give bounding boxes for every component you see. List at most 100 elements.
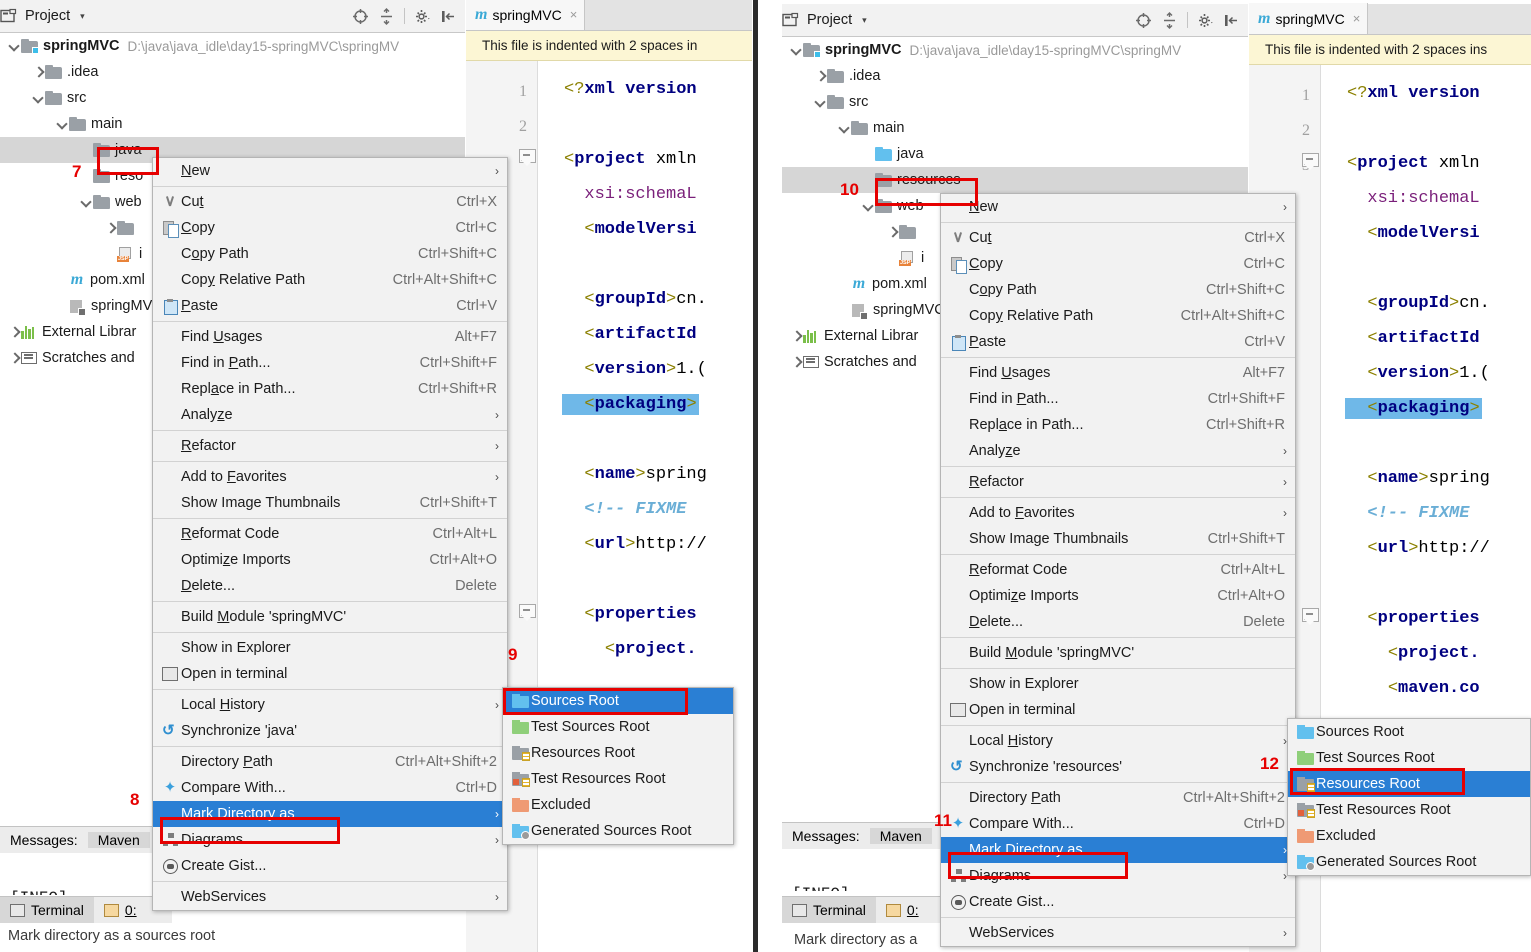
chevron-down-icon[interactable]: ▾ (80, 11, 85, 22)
menu-item-copy-relative-path[interactable]: Copy Relative Path Ctrl+Alt+Shift+C (941, 303, 1295, 329)
menu-item-cut[interactable]: Cut Ctrl+X (153, 189, 507, 215)
menu-item-directory-path[interactable]: Directory Path Ctrl+Alt+Shift+2 (153, 749, 507, 775)
chevron-right-icon[interactable] (32, 66, 45, 79)
tree-item-src[interactable]: src (782, 89, 1248, 115)
menu-item-local-history[interactable]: Local History › (941, 728, 1295, 754)
fold-marker-icon[interactable] (1302, 153, 1319, 170)
menu-item-new[interactable]: New › (941, 194, 1295, 220)
chevron-right-icon[interactable] (104, 222, 117, 235)
submenu-item-test-resources-root[interactable]: Test Resources Root (1288, 797, 1530, 823)
menu-item-synchronize-resources[interactable]: ↺ Synchronize 'resources' (941, 754, 1295, 780)
tab-springmvc-pom[interactable]: m springMVC × (466, 0, 586, 30)
menu-item-add-to-favorites[interactable]: Add to Favorites › (941, 500, 1295, 526)
submenu-item-resources-root[interactable]: Resources Root (1288, 771, 1530, 797)
chevron-down-icon[interactable] (80, 196, 93, 209)
locate-icon[interactable] (352, 8, 369, 25)
menu-item-delete[interactable]: Delete... Delete (153, 573, 507, 599)
terminal-tab[interactable]: Terminal (782, 897, 876, 923)
menu-item-open-in-terminal[interactable]: Open in terminal (941, 697, 1295, 723)
menu-item-delete[interactable]: Delete... Delete (941, 609, 1295, 635)
menu-item-show-in-explorer[interactable]: Show in Explorer (941, 671, 1295, 697)
tree-item--idea[interactable]: .idea (0, 59, 465, 85)
menu-item-add-to-favorites[interactable]: Add to Favorites › (153, 464, 507, 490)
menu-item-local-history[interactable]: Local History › (153, 692, 507, 718)
fold-marker-icon[interactable] (519, 149, 536, 166)
menu-item-build-module-springmvc[interactable]: Build Module 'springMVC' (153, 604, 507, 630)
menu-item-find-usages[interactable]: Find Usages Alt+F7 (941, 360, 1295, 386)
chevron-right-icon[interactable] (8, 352, 21, 365)
collapse-all-icon[interactable] (1161, 11, 1178, 29)
submenu-item-test-sources-root[interactable]: Test Sources Root (503, 714, 733, 740)
menu-item-show-image-thumbnails[interactable]: Show Image Thumbnails Ctrl+Shift+T (941, 526, 1295, 552)
menu-item-reformat-code[interactable]: Reformat Code Ctrl+Alt+L (153, 521, 507, 547)
locate-icon[interactable] (1135, 12, 1152, 29)
submenu-item-excluded[interactable]: Excluded (503, 792, 733, 818)
context-menu-left[interactable]: New › Cut Ctrl+X Copy Ctrl+C Copy Path Ctrl+Shi… (152, 157, 508, 911)
menu-item-synchronize-java[interactable]: ↺ Synchronize 'java' (153, 718, 507, 744)
submenu-item-generated-sources-root[interactable]: Generated Sources Root (503, 818, 733, 844)
menu-item-compare-with[interactable]: ✦ Compare With... Ctrl+D (153, 775, 507, 801)
submenu-item-resources-root[interactable]: Resources Root (503, 740, 733, 766)
menu-item-webservices[interactable]: WebServices › (153, 884, 507, 910)
menu-item-find-in-path[interactable]: Find in Path... Ctrl+Shift+F (153, 350, 507, 376)
run-tab[interactable]: 0: (94, 897, 147, 923)
submenu-item-generated-sources-root[interactable]: Generated Sources Root (1288, 849, 1530, 875)
tree-item-main[interactable]: main (782, 115, 1248, 141)
menu-item-copy[interactable]: Copy Ctrl+C (941, 251, 1295, 277)
menu-item-replace-in-path[interactable]: Replace in Path... Ctrl+Shift+R (941, 412, 1295, 438)
close-icon[interactable]: × (1353, 11, 1361, 26)
menu-item-copy[interactable]: Copy Ctrl+C (153, 215, 507, 241)
menu-item-new[interactable]: New › (153, 158, 507, 184)
chevron-right-icon[interactable] (790, 356, 803, 369)
tree-item-main[interactable]: main (0, 111, 465, 137)
menu-item-replace-in-path[interactable]: Replace in Path... Ctrl+Shift+R (153, 376, 507, 402)
collapse-all-icon[interactable] (378, 7, 395, 25)
menu-item-show-image-thumbnails[interactable]: Show Image Thumbnails Ctrl+Shift+T (153, 490, 507, 516)
run-tab[interactable]: 0: (876, 897, 929, 923)
menu-item-copy-relative-path[interactable]: Copy Relative Path Ctrl+Alt+Shift+C (153, 267, 507, 293)
menu-item-create-gist[interactable]: Create Gist... (153, 853, 507, 879)
mark-directory-submenu-left[interactable]: Sources Root Test Sources Root Resources R… (502, 687, 734, 845)
menu-item-mark-directory-as[interactable]: Mark Directory as › (153, 801, 507, 827)
hide-toolwindow-icon[interactable] (1223, 12, 1240, 29)
tree-item-java[interactable]: java (782, 141, 1248, 167)
menu-item-find-usages[interactable]: Find Usages Alt+F7 (153, 324, 507, 350)
menu-item-webservices[interactable]: WebServices › (941, 920, 1295, 946)
chevron-down-icon[interactable]: ▾ (862, 15, 867, 26)
menu-item-compare-with[interactable]: ✦ Compare With... Ctrl+D (941, 811, 1295, 837)
menu-item-directory-path[interactable]: Directory Path Ctrl+Alt+Shift+2 (941, 785, 1295, 811)
mark-directory-submenu-right[interactable]: Sources Root Test Sources Root Resources R… (1287, 718, 1531, 876)
tree-item-springmvc[interactable]: springMVC D:\java\java_idle\day15-springM… (782, 37, 1248, 63)
maven-tab[interactable]: Maven (869, 828, 932, 844)
menu-item-analyze[interactable]: Analyze › (153, 402, 507, 428)
tree-item--idea[interactable]: .idea (782, 63, 1248, 89)
gear-icon[interactable] (414, 8, 431, 25)
menu-item-mark-directory-as[interactable]: Mark Directory as › (941, 837, 1295, 863)
tree-item-springmvc[interactable]: springMVC D:\java\java_idle\day15-springM… (0, 33, 465, 59)
menu-item-cut[interactable]: Cut Ctrl+X (941, 225, 1295, 251)
chevron-down-icon[interactable] (56, 118, 69, 131)
menu-item-reformat-code[interactable]: Reformat Code Ctrl+Alt+L (941, 557, 1295, 583)
menu-item-optimize-imports[interactable]: Optimize Imports Ctrl+Alt+O (153, 547, 507, 573)
chevron-right-icon[interactable] (886, 226, 899, 239)
menu-item-create-gist[interactable]: Create Gist... (941, 889, 1295, 915)
fold-marker-icon[interactable] (519, 604, 536, 621)
hide-toolwindow-icon[interactable] (440, 8, 457, 25)
menu-item-diagrams[interactable]: Diagrams › (153, 827, 507, 853)
chevron-right-icon[interactable] (814, 70, 827, 83)
menu-item-paste[interactable]: Paste Ctrl+V (153, 293, 507, 319)
chevron-down-icon[interactable] (790, 44, 803, 57)
menu-item-analyze[interactable]: Analyze › (941, 438, 1295, 464)
menu-item-optimize-imports[interactable]: Optimize Imports Ctrl+Alt+O (941, 583, 1295, 609)
menu-item-copy-path[interactable]: Copy Path Ctrl+Shift+C (153, 241, 507, 267)
menu-item-refactor[interactable]: Refactor › (941, 469, 1295, 495)
menu-item-find-in-path[interactable]: Find in Path... Ctrl+Shift+F (941, 386, 1295, 412)
gear-icon[interactable] (1197, 12, 1214, 29)
submenu-item-sources-root[interactable]: Sources Root (503, 688, 733, 714)
menu-item-copy-path[interactable]: Copy Path Ctrl+Shift+C (941, 277, 1295, 303)
menu-item-diagrams[interactable]: Diagrams › (941, 863, 1295, 889)
terminal-tab[interactable]: Terminal (0, 897, 94, 923)
menu-item-refactor[interactable]: Refactor › (153, 433, 507, 459)
chevron-right-icon[interactable] (8, 326, 21, 339)
menu-item-paste[interactable]: Paste Ctrl+V (941, 329, 1295, 355)
